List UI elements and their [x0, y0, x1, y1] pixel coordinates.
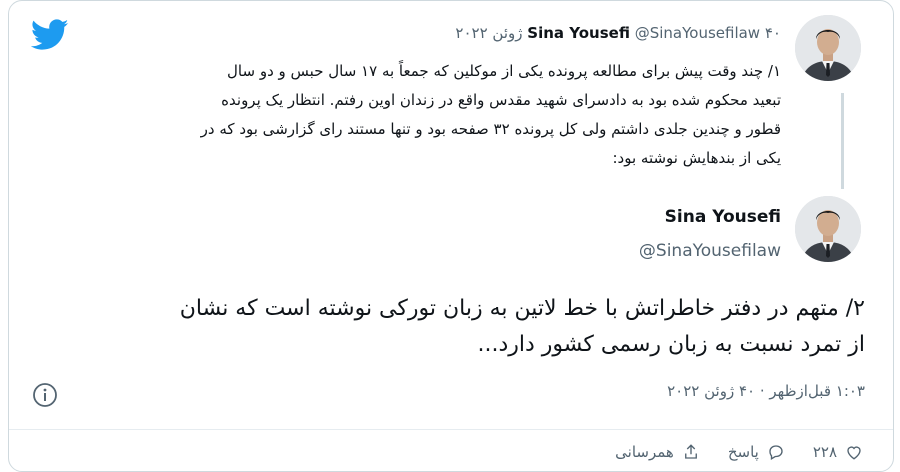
divider: [9, 429, 893, 430]
tweet-text-line: تبعید محکوم شده بود به دادسرای شهید مقدس…: [221, 91, 781, 109]
tweet-card: Sina Yousefi @SinaYousefilaw ۴۰ ژوئن ۲۰۲…: [8, 0, 894, 472]
tweet-text: ۱/ چند وقت پیش برای مطالعه پرونده یکی از…: [51, 57, 781, 173]
share-button[interactable]: همرسانی: [615, 443, 700, 461]
tweet-header: Sina Yousefi @SinaYousefilaw ۴۰ ژوئن ۲۰۲…: [455, 24, 781, 42]
thread-connector: [841, 93, 844, 189]
avatar[interactable]: [795, 15, 861, 81]
author-name[interactable]: Sina Yousefi: [527, 24, 630, 42]
tweet-text-line: یکی از بندهایش نوشته بود:: [612, 149, 781, 167]
author-handle[interactable]: @SinaYousefilaw: [635, 24, 760, 42]
heart-icon: [847, 446, 861, 460]
tweet-timestamp[interactable]: ۱:۰۳ قبل‌ازظهر · ۴۰ ژوئن ۲۰۲۲: [667, 382, 865, 400]
reply-icon: [769, 445, 783, 460]
like-button[interactable]: ۲۲۸: [813, 443, 863, 461]
tweet-actions: ۲۲۸ پاسخ همرسانی: [615, 443, 863, 461]
author-name[interactable]: Sina Yousefi: [665, 207, 781, 227]
author-handle[interactable]: @SinaYousefilaw: [639, 241, 781, 261]
tweet-text-line: قطور و چندین جلدی داشتم ولی کل پرونده ۳۲…: [200, 120, 781, 138]
reply-label: پاسخ: [727, 443, 759, 461]
share-icon: [684, 444, 697, 459]
tweet-text-line: از تمرد نسبت به زبان رسمی کشور دارد...: [477, 332, 866, 357]
avatar[interactable]: [795, 196, 861, 262]
reply-button[interactable]: پاسخ: [728, 443, 785, 461]
tweet-text: ۲/ متهم در دفتر خاطراتش با خط لاتین به ز…: [25, 291, 865, 363]
like-count: ۲۲۸: [812, 443, 837, 461]
share-label: همرسانی: [615, 443, 674, 461]
info-icon[interactable]: [31, 381, 59, 409]
tweet-text-line: ۱/ چند وقت پیش برای مطالعه پرونده یکی از…: [227, 62, 781, 80]
twitter-bird-icon[interactable]: [31, 19, 69, 51]
tweet-text-line: ۲/ متهم در دفتر خاطراتش با خط لاتین به ز…: [179, 296, 865, 321]
